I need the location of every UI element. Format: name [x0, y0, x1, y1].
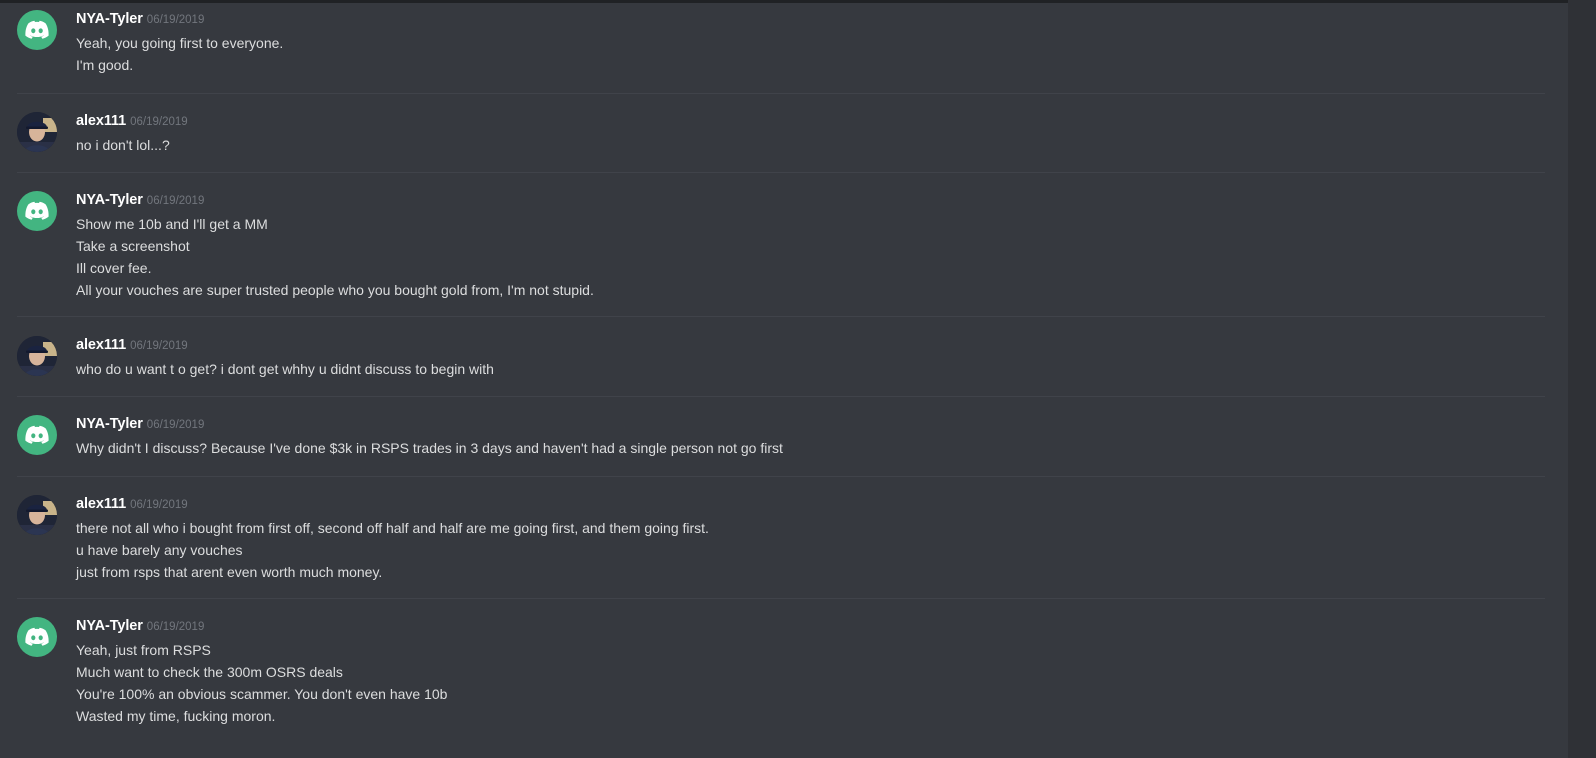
message-content: Yeah, you going first to everyone. I'm go… — [76, 32, 283, 76]
message-list: NYA-Tyler 06/19/2019 Yeah, you going first… — [0, 0, 1568, 758]
message-line: there not all who i bought from first of… — [76, 520, 709, 536]
message-line: All your vouches are super trusted peopl… — [76, 282, 594, 298]
timestamp: 06/19/2019 — [146, 14, 205, 26]
username[interactable]: NYA-Tyler — [76, 192, 143, 208]
message-divider — [17, 316, 1545, 317]
message-content: Why didn't I discuss? Because I've done … — [76, 437, 783, 459]
message-line: just from rsps that arent even worth muc… — [76, 564, 383, 580]
message-line: Yeah, you going first to everyone. — [76, 35, 284, 51]
message-header: NYA-Tyler 06/19/2019 — [76, 10, 204, 28]
message-line: Ill cover fee. — [76, 260, 152, 276]
user-avatar[interactable] — [17, 495, 57, 535]
message-line: You're 100% an obvious scammer. You don'… — [76, 686, 448, 702]
discord-logo-icon[interactable] — [17, 10, 57, 50]
message-line: u have barely any vouches — [76, 542, 243, 558]
message-content: there not all who i bought from first of… — [76, 517, 709, 583]
message-header: NYA-Tyler 06/19/2019 — [76, 415, 204, 433]
message-header: NYA-Tyler 06/19/2019 — [76, 191, 204, 209]
discord-logo-icon[interactable] — [17, 617, 57, 657]
message-header: alex111 06/19/2019 — [76, 112, 188, 130]
message-divider — [17, 172, 1545, 173]
username[interactable]: NYA-Tyler — [76, 11, 143, 27]
message-line: Take a screenshot — [76, 238, 190, 254]
timestamp: 06/19/2019 — [130, 340, 188, 352]
message-content: Show me 10b and I'll get a MM Take a scre… — [76, 213, 594, 301]
user-avatar[interactable] — [17, 112, 57, 152]
message-line: I'm good. — [76, 57, 134, 73]
timestamp: 06/19/2019 — [130, 116, 188, 128]
discord-logo-icon[interactable] — [17, 191, 57, 231]
timestamp: 06/19/2019 — [146, 195, 205, 207]
message-divider — [17, 396, 1545, 397]
discord-logo-icon[interactable] — [17, 415, 57, 455]
scrollbar-track[interactable] — [1568, 0, 1596, 758]
message-line: Show me 10b and I'll get a MM — [76, 216, 268, 232]
message-header: NYA-Tyler 06/19/2019 — [76, 617, 204, 635]
message-line: who do u want t o get? i dont get whhy u… — [76, 361, 494, 377]
timestamp: 06/19/2019 — [130, 499, 188, 511]
message-line: no i don't lol...? — [76, 137, 170, 153]
message-content: who do u want t o get? i dont get whhy u… — [76, 358, 494, 380]
message-line: Much want to check the 300m OSRS deals — [76, 664, 343, 680]
username[interactable]: alex111 — [76, 496, 126, 512]
message-divider — [17, 93, 1545, 94]
message-content: Yeah, just from RSPS Much want to check t… — [76, 639, 447, 727]
message-header: alex111 06/19/2019 — [76, 495, 188, 513]
message-divider — [17, 598, 1545, 599]
message-line: Yeah, just from RSPS — [76, 642, 211, 658]
message-content: no i don't lol...? — [76, 134, 170, 156]
message-line: Wasted my time, fucking moron. — [76, 708, 276, 724]
username[interactable]: NYA-Tyler — [76, 416, 143, 432]
timestamp: 06/19/2019 — [146, 621, 205, 633]
message-header: alex111 06/19/2019 — [76, 336, 188, 354]
timestamp: 06/19/2019 — [146, 419, 205, 431]
username[interactable]: alex111 — [76, 113, 126, 129]
user-avatar[interactable] — [17, 336, 57, 376]
username[interactable]: NYA-Tyler — [76, 618, 143, 634]
username[interactable]: alex111 — [76, 337, 126, 353]
message-divider — [17, 476, 1545, 477]
message-line: Why didn't I discuss? Because I've done … — [76, 440, 783, 456]
